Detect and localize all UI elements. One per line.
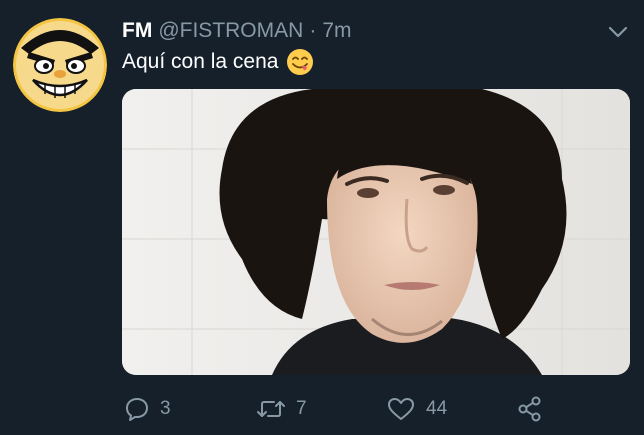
reply-count: 3	[160, 398, 171, 419]
tweet-text-content: Aquí con la cena	[122, 50, 279, 73]
like-button[interactable]: 44	[386, 392, 447, 426]
like-count: 44	[426, 398, 448, 419]
tweet-text: Aquí con la cena	[122, 48, 314, 76]
share-icon	[516, 395, 544, 423]
separator-dot: ·	[309, 19, 317, 42]
avatar[interactable]	[13, 18, 107, 112]
retweet-icon	[256, 396, 286, 422]
retweet-button[interactable]: 7	[256, 392, 307, 426]
display-name[interactable]: FM	[122, 19, 152, 43]
reply-button[interactable]: 3	[124, 392, 171, 426]
share-button[interactable]	[516, 392, 544, 426]
tweet-photo[interactable]	[122, 89, 630, 375]
heart-icon	[386, 396, 416, 422]
savoring-food-emoji-icon	[286, 48, 314, 76]
tweet[interactable]: FM @FISTROMAN · 7m Aquí con la cena 3 7 …	[0, 0, 644, 435]
tweet-header: FM @FISTROMAN · 7m	[122, 16, 352, 46]
tweet-actions: 3 7 44	[122, 392, 630, 426]
user-handle[interactable]: @FISTROMAN	[158, 19, 303, 43]
reply-icon	[124, 396, 150, 422]
retweet-count: 7	[296, 398, 307, 419]
timestamp[interactable]: 7m	[322, 19, 351, 43]
chevron-down-icon[interactable]	[606, 22, 630, 42]
